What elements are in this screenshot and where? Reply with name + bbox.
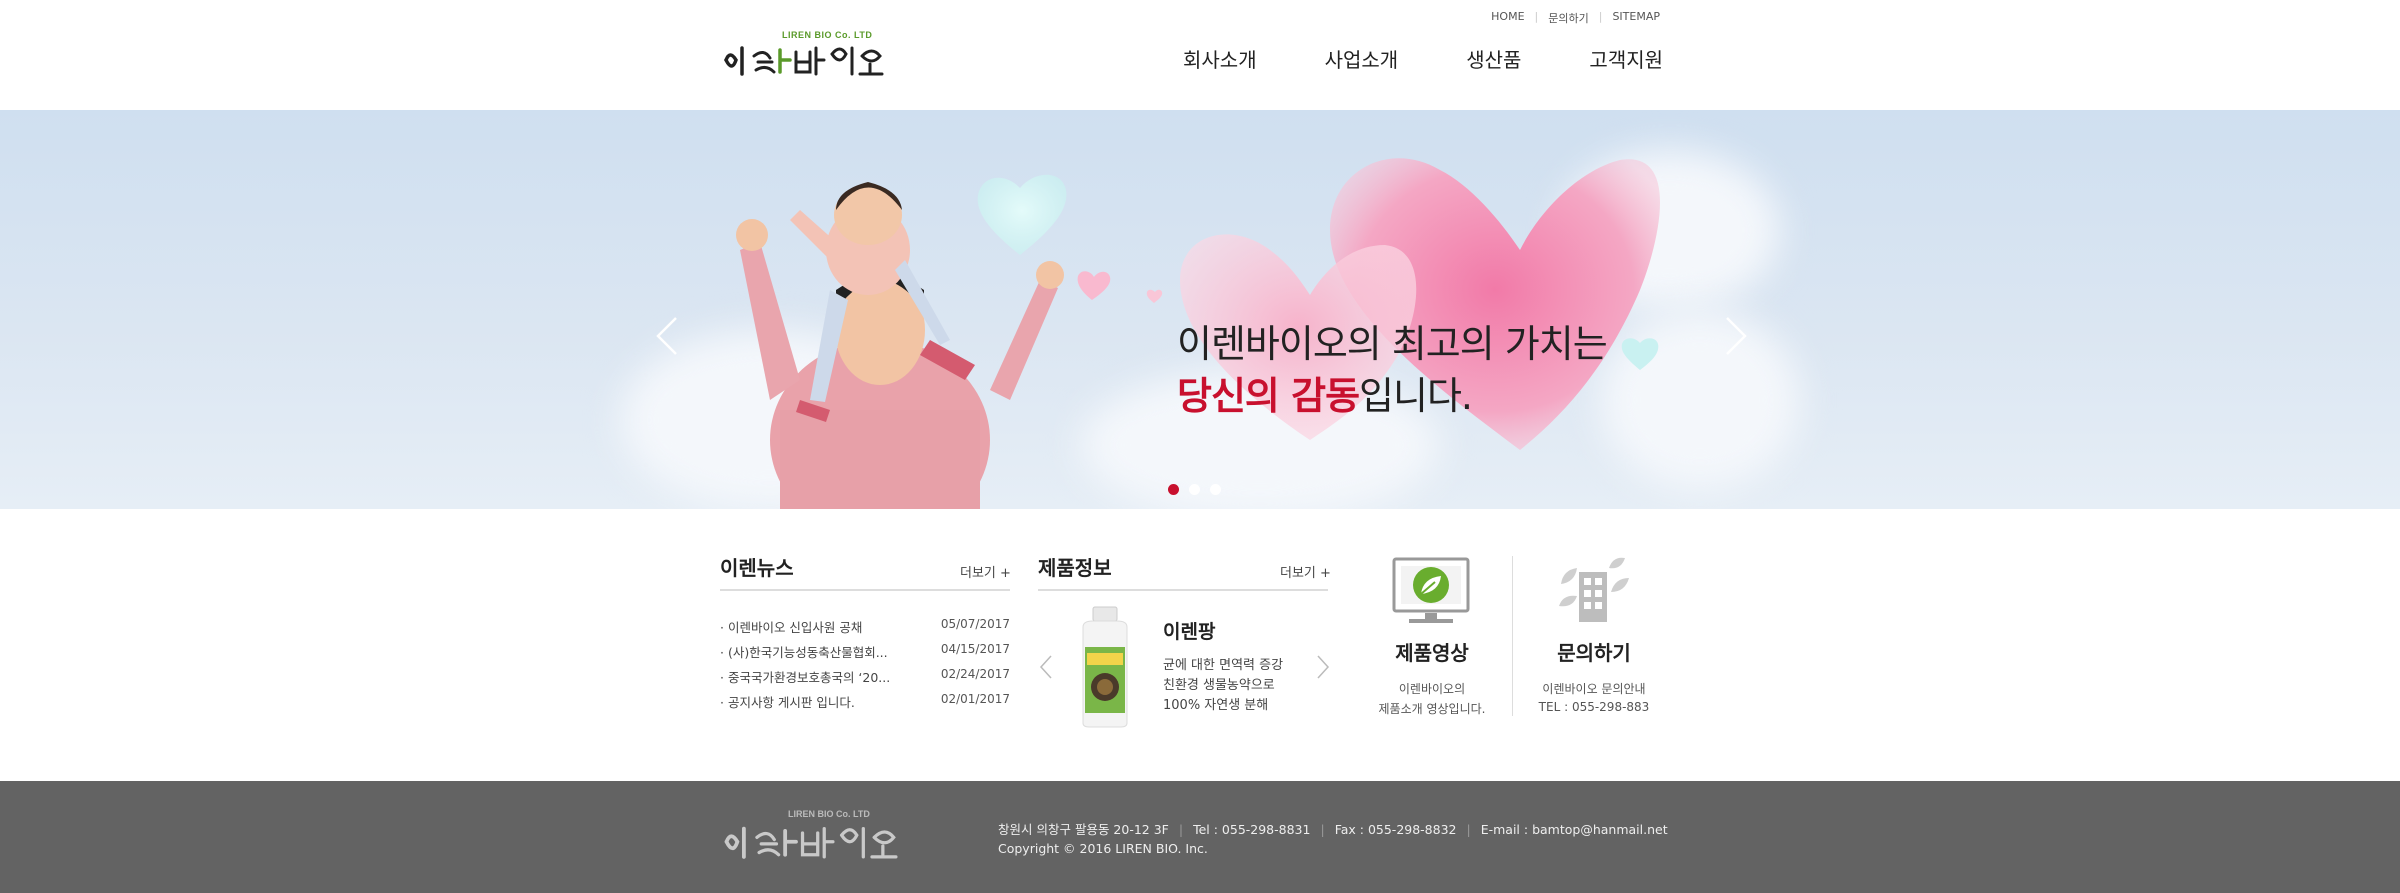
- hero-banner: 이렌바이오의 최고의 가치는 당신의 감동입니다.: [0, 110, 2400, 509]
- product-prev-arrow[interactable]: [1039, 654, 1053, 680]
- utility-links: HOME | 문의하기 | SITEMAP: [1481, 10, 1670, 26]
- products-divider: [1038, 589, 1328, 591]
- news-item-title: · 중국국가환경보호총국의 ‘20...: [720, 670, 891, 685]
- slide-dot-3[interactable]: [1210, 484, 1221, 495]
- footer-fax: Fax : 055-298-8832: [1334, 822, 1457, 837]
- box-divider: [1512, 556, 1513, 716]
- news-item-title: · 공지사항 게시판 입니다.: [720, 695, 855, 710]
- contact-title[interactable]: 문의하기: [1534, 637, 1654, 666]
- main-nav: 회사소개 사업소개 생산품 고객지원: [1183, 44, 1663, 73]
- nav-products[interactable]: 생산품: [1466, 44, 1521, 73]
- slide-dot-1[interactable]: [1168, 484, 1179, 495]
- footer-address: 창원시 의창구 팔용동 20-12 3F: [998, 822, 1169, 837]
- hero-next-arrow[interactable]: [1722, 320, 1750, 370]
- footer: LIREN BIO Co. LTD 창원시 의창구 팔용동 20-12 3F | T…: [0, 781, 2400, 893]
- logo[interactable]: LIREN BIO Co. LTD: [720, 30, 895, 85]
- slide-dot-2[interactable]: [1189, 484, 1200, 495]
- news-item-title: · 이렌바이오 신입사원 공채: [720, 620, 863, 635]
- news-item-date: 05/07/2017: [940, 617, 1010, 631]
- util-home-link[interactable]: HOME: [1481, 10, 1534, 26]
- logo-subtitle: LIREN BIO Co. LTD: [782, 30, 873, 40]
- contact-desc-line: TEL : 055-298-883: [1538, 700, 1650, 714]
- news-more-link[interactable]: 더보기 +: [960, 562, 1011, 581]
- news-title: 이렌뉴스: [720, 556, 794, 580]
- contact-desc-line: 이렌바이오 문의안내: [1542, 682, 1646, 696]
- footer-logo: LIREN BIO Co. LTD: [720, 809, 910, 869]
- hero-headline-1: 이렌바이오의 최고의 가치는: [1177, 322, 1608, 366]
- footer-logo-subtitle: LIREN BIO Co. LTD: [788, 809, 870, 819]
- nav-business[interactable]: 사업소개: [1325, 44, 1399, 73]
- hero-headline-rest: 입니다.: [1359, 374, 1473, 418]
- hero-headline-highlight: 당신의 감동: [1177, 374, 1360, 418]
- footer-contact-info: 창원시 의창구 팔용동 20-12 3F | Tel : 055-298-8831 |…: [998, 822, 1668, 837]
- video-desc-line: 이렌바이오의: [1398, 682, 1466, 696]
- footer-email[interactable]: E-mail : bamtop@hanmail.net: [1481, 822, 1668, 837]
- slide-indicators: [1168, 484, 1221, 495]
- product-desc-line: 친환경 생물농약으로: [1163, 678, 1275, 693]
- products-title: 제품정보: [1038, 556, 1112, 580]
- product-next-arrow[interactable]: [1316, 654, 1330, 680]
- product-desc-line: 100% 자연생 분해: [1163, 698, 1269, 713]
- products-more-link[interactable]: 더보기 +: [1280, 562, 1331, 581]
- hero-prev-arrow[interactable]: [652, 320, 680, 370]
- nav-company[interactable]: 회사소개: [1183, 44, 1257, 73]
- news-divider: [720, 589, 1010, 591]
- news-item-title: · (사)한국기능성동축산물협회...: [720, 645, 888, 660]
- footer-tel: Tel : 055-298-8831: [1193, 822, 1311, 837]
- news-item-date: 02/24/2017: [940, 667, 1010, 681]
- news-item-date: 04/15/2017: [940, 642, 1010, 656]
- video-desc-line: 제품소개 영상입니다.: [1378, 702, 1486, 716]
- page: HOME | 문의하기 | SITEMAP LIREN BIO Co. LTD …: [0, 0, 2400, 893]
- product-bottle-image[interactable]: [1075, 605, 1135, 730]
- header: HOME | 문의하기 | SITEMAP LIREN BIO Co. LTD …: [0, 0, 2400, 110]
- monitor-leaf-icon[interactable]: [1391, 556, 1471, 626]
- nav-support[interactable]: 고객지원: [1589, 44, 1663, 73]
- video-title[interactable]: 제품영상: [1372, 637, 1492, 666]
- hero-illustration: [656, 158, 1747, 509]
- util-inquiry-link[interactable]: 문의하기: [1538, 10, 1598, 26]
- footer-copyright: Copyright © 2016 LIREN BIO. Inc.: [998, 841, 1208, 856]
- hero-headline-2: 당신의 감동입니다.: [1177, 365, 1473, 420]
- product-name[interactable]: 이렌팡: [1163, 617, 1215, 644]
- building-icon[interactable]: [1553, 554, 1633, 624]
- util-sitemap-link[interactable]: SITEMAP: [1602, 10, 1670, 26]
- news-item-date: 02/01/2017: [940, 692, 1010, 706]
- product-desc-line: 균에 대한 면역력 증강: [1163, 658, 1284, 673]
